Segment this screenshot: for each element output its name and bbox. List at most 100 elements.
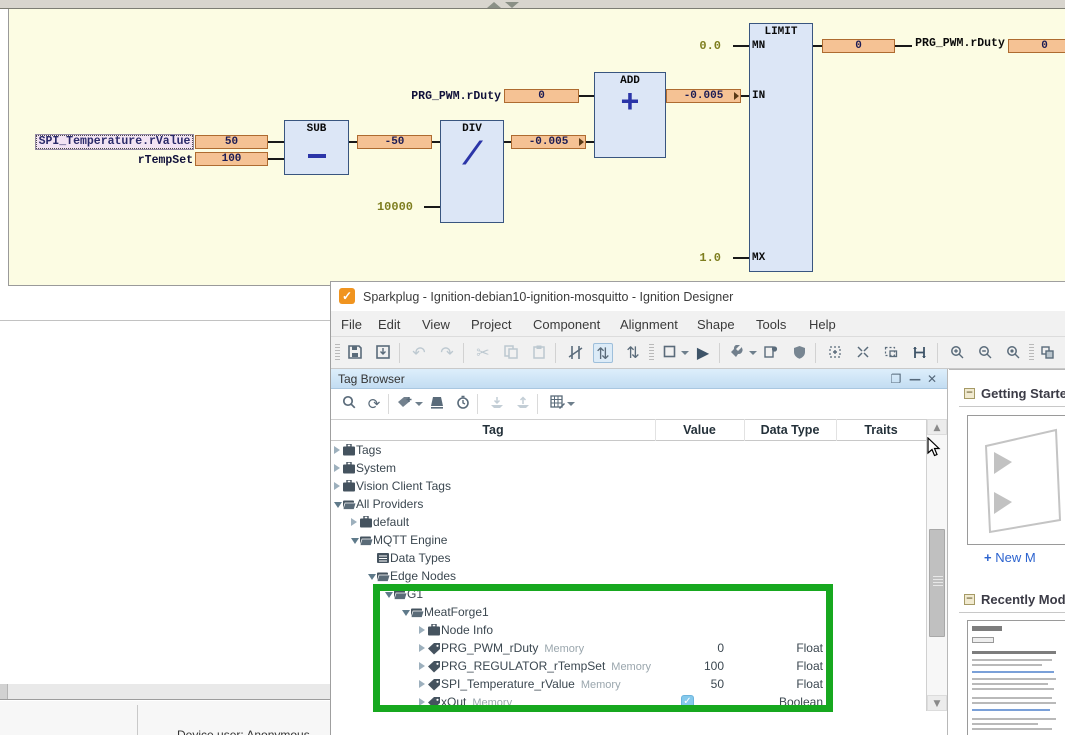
getting-started-header[interactable]: Getting Started <box>981 386 1065 401</box>
component-settings-icon[interactable] <box>761 343 781 363</box>
menu-shape[interactable]: Shape <box>697 317 735 332</box>
collapse-section-icon[interactable]: − <box>964 388 975 399</box>
collapse-section-icon[interactable]: − <box>964 594 975 605</box>
splitter-strip[interactable] <box>0 0 1065 9</box>
tree-row-xout[interactable]: xOutMemory ✓ Boolean <box>331 693 926 711</box>
dropdown-caret-icon[interactable] <box>681 351 689 355</box>
collapse-arrow-icon[interactable] <box>351 538 359 544</box>
udt-icon[interactable] <box>427 394 447 414</box>
tag-value[interactable]: 0 <box>655 641 724 655</box>
timer-icon[interactable] <box>453 394 473 414</box>
menu-alignment[interactable]: Alignment <box>620 317 678 332</box>
marquee-icon[interactable] <box>881 343 901 363</box>
menu-help[interactable]: Help <box>809 317 836 332</box>
fbd-literal[interactable]: 1.0 <box>681 251 721 265</box>
fbd-value-box[interactable]: 50 <box>195 135 268 149</box>
expand-arrow-icon[interactable] <box>334 464 340 472</box>
tree-row-mqtt-engine[interactable]: MQTT Engine <box>331 531 926 549</box>
collapse-arrow-icon[interactable] <box>368 574 376 580</box>
fbd-canvas[interactable]: SPI_Temperature.rValue rTempSet PRG_PWM.… <box>8 9 1065 286</box>
tree-row-prg-regulator-rtempset[interactable]: PRG_REGULATOR_rTempSetMemory 100 Float <box>331 657 926 675</box>
menu-tools[interactable]: Tools <box>756 317 786 332</box>
getting-started-thumbnail[interactable] <box>967 415 1065 545</box>
paste-icon[interactable] <box>529 343 549 363</box>
shape-square-icon[interactable] <box>659 343 679 363</box>
menu-edit[interactable]: Edit <box>378 317 400 332</box>
cascade-windows-icon[interactable] <box>1037 343 1057 363</box>
column-header-tag[interactable]: Tag <box>331 423 655 437</box>
close-icon[interactable]: ✕ <box>925 372 939 386</box>
fbd-literal[interactable]: 10000 <box>349 200 413 214</box>
tag-browser-header[interactable]: Tag Browser ❐ — ✕ <box>331 369 947 389</box>
fbd-value-box[interactable]: -0.005 <box>511 135 586 149</box>
unlink-icon[interactable] <box>565 343 585 363</box>
expand-arrow-icon[interactable] <box>419 698 425 706</box>
expand-arrow-icon[interactable] <box>419 626 425 634</box>
copy-icon[interactable] <box>501 343 521 363</box>
save-icon[interactable] <box>345 343 365 363</box>
tag-value[interactable]: 50 <box>655 677 724 691</box>
recently-modified-thumbnail[interactable] <box>967 620 1065 735</box>
float-icon[interactable]: ❐ <box>889 372 903 386</box>
fbd-value-box[interactable]: -50 <box>357 135 432 149</box>
collapse-arrow-icon[interactable] <box>402 610 410 616</box>
column-header-traits[interactable]: Traits <box>836 423 926 437</box>
scrollbar-thumb[interactable] <box>929 529 945 637</box>
vertical-scrollbar[interactable]: ▲ ▼ <box>926 419 947 711</box>
tree-row-tags[interactable]: Tags <box>331 441 926 459</box>
tree-row-vision-client-tags[interactable]: Vision Client Tags <box>331 477 926 495</box>
boolean-checkbox-checked[interactable]: ✓ <box>681 695 694 708</box>
play-icon[interactable]: ▶ <box>693 343 713 363</box>
tree-row-all-providers[interactable]: All Providers <box>331 495 926 513</box>
fbd-value-box[interactable]: 100 <box>195 152 268 166</box>
zoom-in-icon[interactable] <box>947 343 967 363</box>
fit-expand-icon[interactable] <box>825 343 845 363</box>
dropdown-caret-icon[interactable] <box>415 402 423 406</box>
tree-row-default[interactable]: default <box>331 513 926 531</box>
shield-icon[interactable] <box>789 343 809 363</box>
sort-updown-icon[interactable]: ⇅ <box>593 343 613 363</box>
fbd-input-variable[interactable]: rTempSet <box>109 154 193 167</box>
tree-row-meatforge1[interactable]: MeatForge1 <box>331 603 926 621</box>
fbd-input-variable[interactable]: SPI_Temperature.rValue <box>36 135 193 149</box>
expand-arrow-icon[interactable] <box>334 482 340 490</box>
toolbar-grip[interactable] <box>335 344 340 362</box>
zoom-out-icon[interactable] <box>975 343 995 363</box>
tag-value[interactable]: 100 <box>655 659 724 673</box>
splitter-down-icon[interactable] <box>505 2 519 8</box>
horizontal-scrollbar[interactable] <box>0 684 330 700</box>
swap-updown-icon[interactable]: ⇅ <box>623 343 643 363</box>
expand-arrow-icon[interactable] <box>419 680 425 688</box>
dropdown-caret-icon[interactable] <box>567 402 575 406</box>
refresh-icon[interactable]: ⟳ <box>364 394 384 414</box>
transform-icon[interactable] <box>909 343 929 363</box>
scroll-down-icon[interactable]: ▼ <box>927 695 947 711</box>
menu-project[interactable]: Project <box>471 317 511 332</box>
collapse-arrow-icon[interactable] <box>385 592 393 598</box>
fbd-block-div[interactable]: DIV / <box>440 120 504 223</box>
menu-file[interactable]: File <box>341 317 362 332</box>
redo-icon[interactable]: ↷ <box>437 343 457 363</box>
tree-row-prg-pwm-rduty[interactable]: PRG_PWM_rDutyMemory 0 Float <box>331 639 926 657</box>
fbd-input-variable[interactable]: PRG_PWM.rDuty <box>389 90 501 103</box>
fbd-block-sub[interactable]: SUB <box>284 120 349 175</box>
tree-row-system[interactable]: System <box>331 459 926 477</box>
column-header-datatype[interactable]: Data Type <box>744 423 836 437</box>
column-header-value[interactable]: Value <box>655 423 744 437</box>
fbd-value-box[interactable]: 0 <box>1008 39 1065 53</box>
wrench-icon[interactable] <box>727 343 747 363</box>
toolbar-grip[interactable] <box>649 344 654 362</box>
search-icon[interactable] <box>339 394 359 414</box>
recently-modified-header[interactable]: Recently Modif <box>981 592 1065 607</box>
tree-row-node-info[interactable]: Node Info <box>331 621 926 639</box>
dropdown-caret-icon[interactable] <box>749 351 757 355</box>
import-icon[interactable] <box>487 394 507 414</box>
expand-arrow-icon[interactable] <box>334 446 340 454</box>
undo-icon[interactable]: ↶ <box>409 343 429 363</box>
toolbar-grip[interactable] <box>1029 344 1034 362</box>
add-tag-icon[interactable] <box>395 394 415 414</box>
export-icon[interactable] <box>513 394 533 414</box>
fit-collapse-icon[interactable] <box>853 343 873 363</box>
expand-arrow-icon[interactable] <box>351 518 357 526</box>
grid-edit-icon[interactable] <box>547 394 567 414</box>
